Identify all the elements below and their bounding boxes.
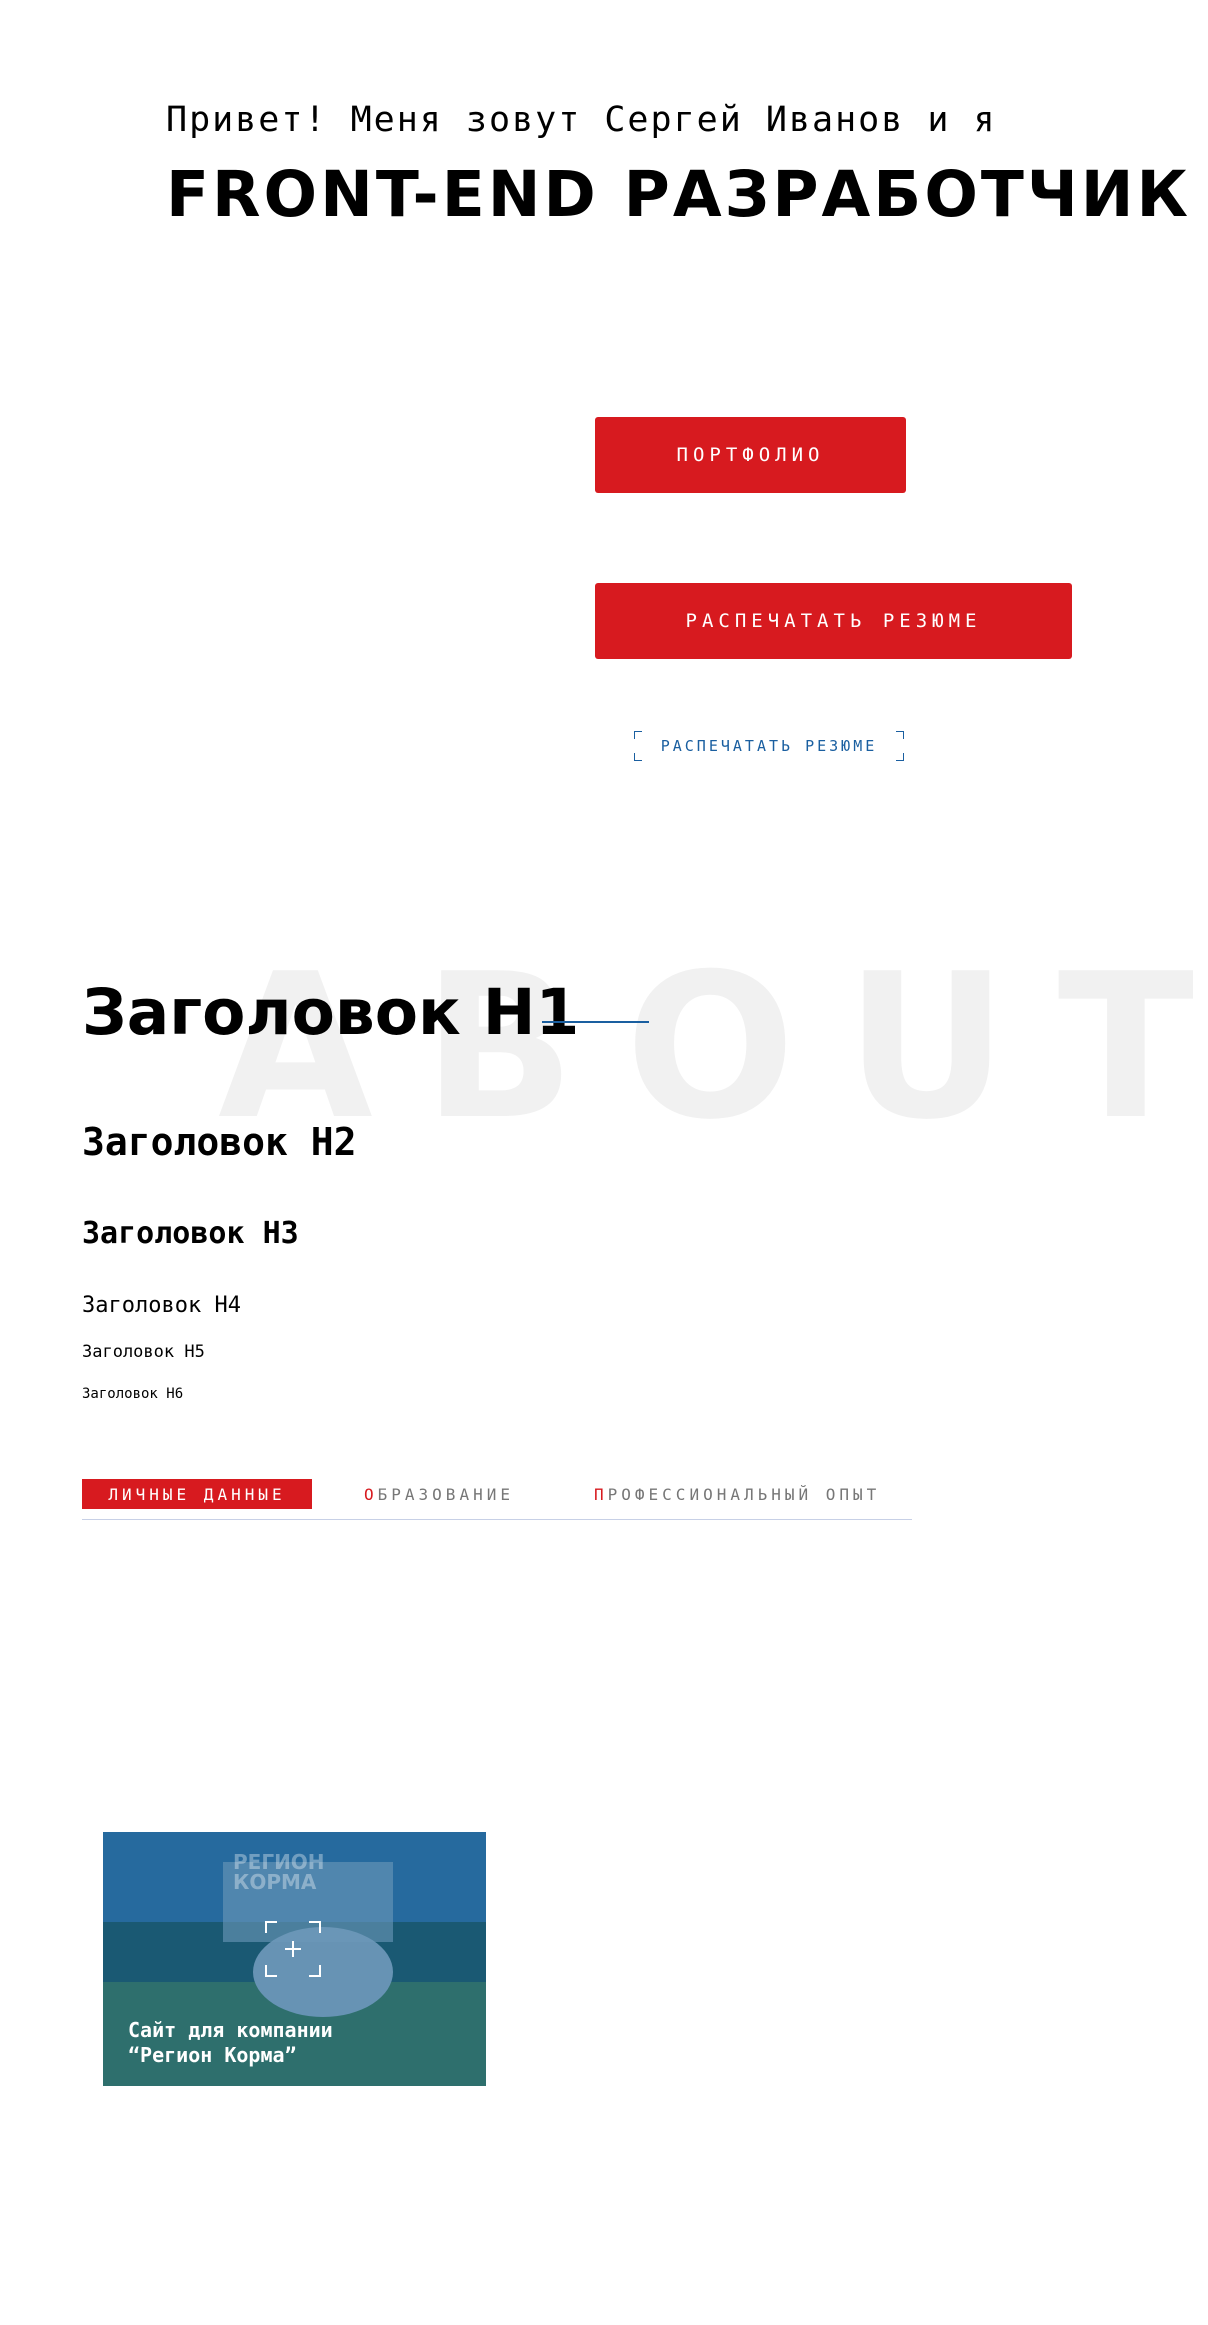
tab-experience-initial: П (594, 1484, 608, 1504)
tab-education[interactable]: О БРАЗОВАНИЕ (364, 1479, 514, 1509)
tab-experience-label: РОФЕССИОНАЛЬНЫЙ ОПЫТ (607, 1484, 881, 1504)
tabs-divider (82, 1519, 912, 1520)
heading-h3: Заголовок H3 (82, 1216, 299, 1251)
card-logo: РЕГИОН КОРМА (233, 1852, 325, 1892)
hero-role-title: FRONT-END РАЗРАБОТЧИК (166, 158, 1191, 231)
heading-h1: Заголовок H1 (82, 976, 580, 1049)
card-caption-line2: “Регион Корма” (128, 2043, 297, 2067)
tabs-bar: ЛИЧНЫЕ ДАННЫЕ О БРАЗОВАНИЕ П РОФЕССИОНАЛЬН… (82, 1479, 912, 1519)
print-resume-button[interactable]: РАСПЕЧАТАТЬ РЕЗЮМЕ (595, 583, 1072, 659)
print-resume-outline-label: РАСПЕЧАТАТЬ РЕЗЮМЕ (660, 737, 878, 755)
portfolio-card[interactable]: РЕГИОН КОРМА Сайт для компании “Регион К… (103, 1832, 486, 2086)
tab-education-label: БРАЗОВАНИЕ (377, 1484, 514, 1504)
tab-personal-data[interactable]: ЛИЧНЫЕ ДАННЫЕ (82, 1479, 312, 1509)
heading-h5: Заголовок H5 (82, 1342, 205, 1362)
card-caption-line1: Сайт для компании (128, 2018, 333, 2042)
card-logo-line2: КОРМА (233, 1870, 317, 1894)
heading-h2: Заголовок H2 (82, 1120, 357, 1164)
card-logo-line1: РЕГИОН (233, 1850, 325, 1874)
heading-h6: Заголовок H6 (82, 1386, 184, 1402)
zoom-plus-icon (265, 1921, 321, 1977)
tab-education-initial: О (364, 1484, 378, 1504)
heading-underline (542, 1021, 649, 1023)
print-resume-outline-button[interactable]: РАСПЕЧАТАТЬ РЕЗЮМЕ (634, 731, 904, 761)
card-caption: Сайт для компании “Регион Корма” (128, 2018, 448, 2068)
heading-h4: Заголовок H4 (82, 1293, 241, 1318)
hero-greeting: Привет! Меня зовут Сергей Иванов и я (166, 100, 997, 140)
tab-experience[interactable]: П РОФЕССИОНАЛЬНЫЙ ОПЫТ (594, 1479, 880, 1509)
portfolio-button[interactable]: ПОРТФОЛИО (595, 417, 906, 493)
